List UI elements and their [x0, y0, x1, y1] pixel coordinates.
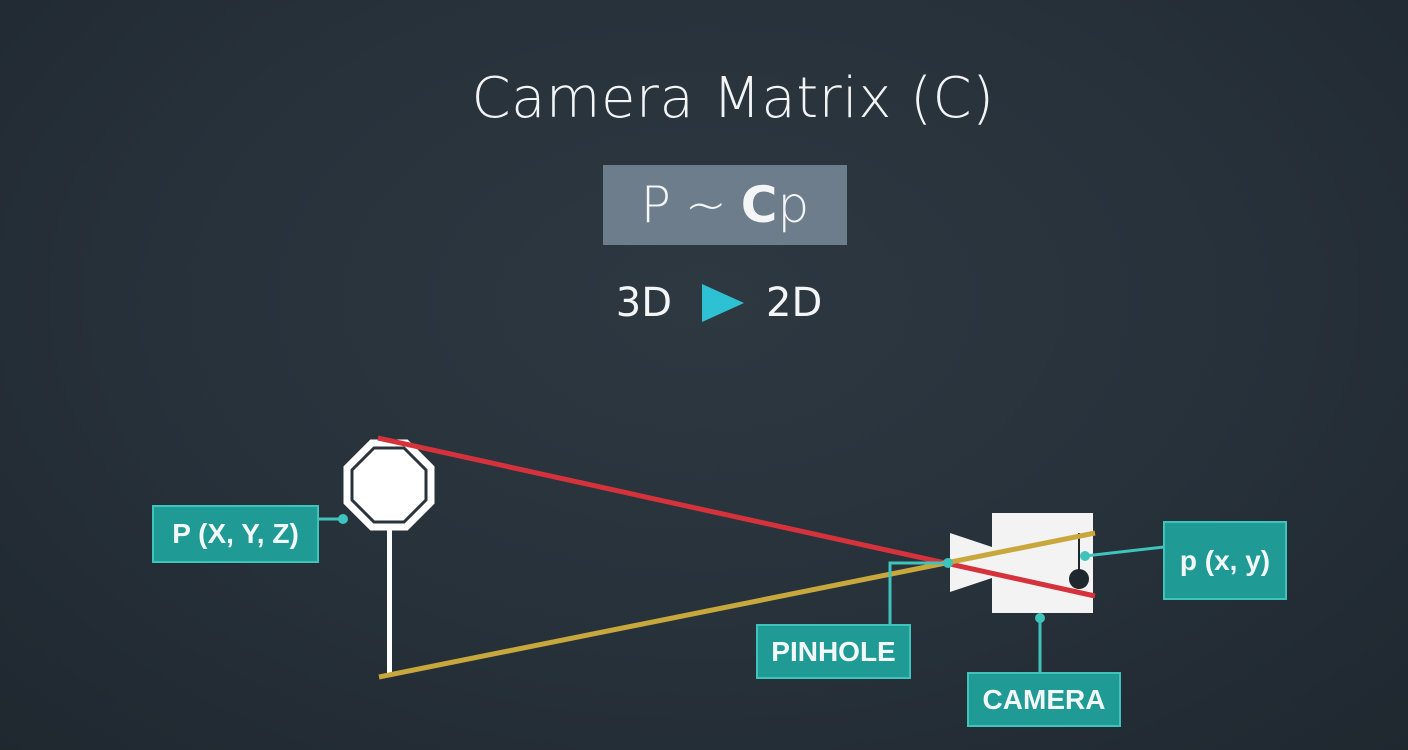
- world-point-label: P (X, Y, Z): [152, 505, 319, 563]
- image-point-dot: [1080, 551, 1090, 561]
- ray-top: [377, 435, 1096, 599]
- sign-pole: [387, 528, 392, 675]
- ray-bottom: [378, 530, 1096, 680]
- camera-dot: [1035, 613, 1045, 623]
- image-point-label: p (x, y): [1163, 521, 1287, 600]
- pinhole-dot: [943, 558, 953, 568]
- camera-body: [992, 513, 1093, 613]
- world-point-dot: [338, 514, 348, 524]
- pinhole-diagram: [318, 435, 1165, 680]
- image-point-leader: [1084, 545, 1165, 558]
- camera-label: CAMERA: [967, 672, 1121, 727]
- pinhole-label: PINHOLE: [756, 624, 911, 679]
- stop-sign-inner: [350, 446, 428, 524]
- camera-knob-icon: [1069, 569, 1089, 589]
